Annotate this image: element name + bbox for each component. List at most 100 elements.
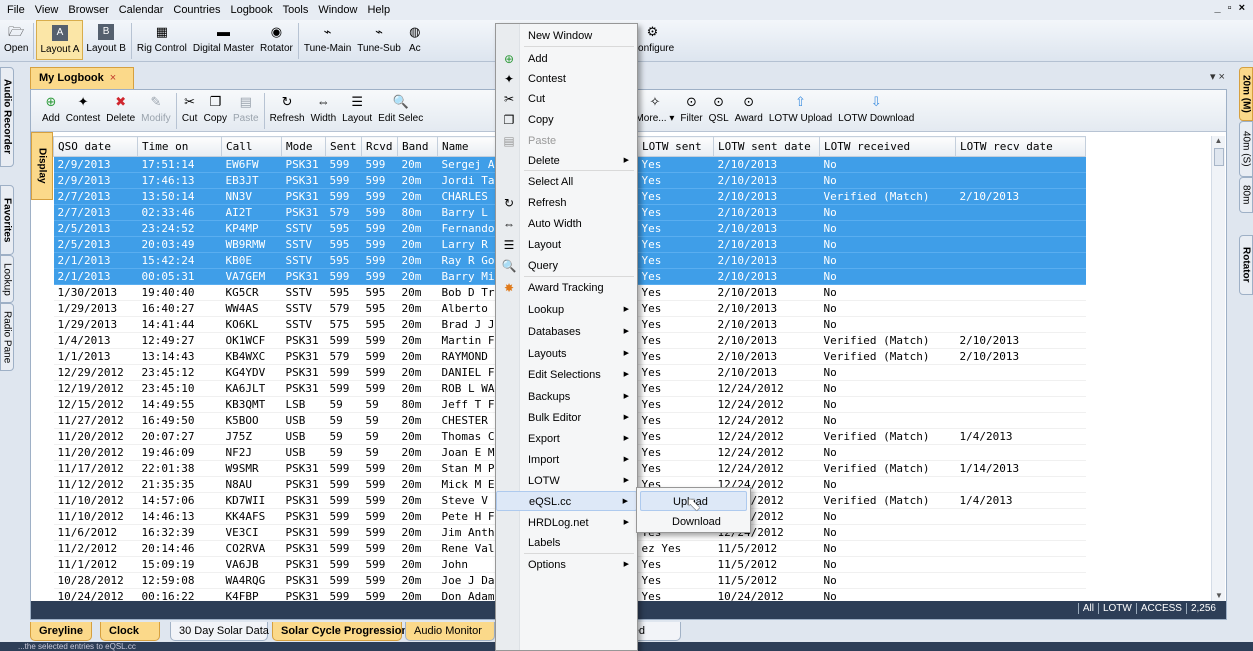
context-menu-item-auto-width[interactable]: ⇔ Auto Width bbox=[496, 214, 637, 234]
column-header-lotw-sent-date[interactable]: LOTW sent date bbox=[713, 136, 820, 157]
grid-button-award[interactable]: ⊙ Award bbox=[732, 90, 766, 132]
side-tab-80m[interactable]: 80m bbox=[1239, 177, 1253, 213]
menu-help[interactable]: Help bbox=[362, 0, 395, 20]
side-tab-audio-recorder[interactable]: Audio Recorder bbox=[0, 67, 14, 167]
context-menu-item-labels[interactable]: Labels bbox=[496, 533, 637, 553]
menu-browser[interactable]: Browser bbox=[63, 0, 113, 20]
side-tab-radio-pane[interactable]: Radio Pane bbox=[0, 303, 14, 371]
grid-button-refresh[interactable]: ↻ Refresh bbox=[267, 90, 308, 132]
column-header-mode[interactable]: Mode bbox=[281, 136, 326, 157]
column-header-call[interactable]: Call bbox=[221, 136, 282, 157]
toolbar-button-open[interactable]: 🗁 Open bbox=[1, 20, 31, 60]
side-tab-favorites[interactable]: Favorites bbox=[0, 185, 14, 255]
context-menu-item-copy[interactable]: ❐ Copy bbox=[496, 110, 637, 130]
column-header-rcvd[interactable]: Rcvd bbox=[361, 136, 398, 157]
grid-button-label: Cut bbox=[181, 113, 198, 124]
menu-countries[interactable]: Countries bbox=[168, 0, 225, 20]
toolbar-button-rig-control[interactable]: ▦ Rig Control bbox=[134, 20, 190, 60]
context-menu-item-options[interactable]: Options ▶ bbox=[496, 555, 637, 575]
context-menu-item-refresh[interactable]: ↻ Refresh bbox=[496, 193, 637, 213]
grid-button-contest[interactable]: ✦ Contest bbox=[63, 90, 103, 132]
side-tab-lookup[interactable]: Lookup bbox=[0, 255, 14, 303]
menu-view[interactable]: View bbox=[30, 0, 64, 20]
side-tab-40m[interactable]: 40m (S) bbox=[1239, 121, 1253, 177]
context-menu-item-layouts[interactable]: Layouts ▶ bbox=[496, 344, 637, 364]
context-menu-item-import[interactable]: Import ▶ bbox=[496, 450, 637, 470]
context-menu-item-new-window[interactable]: New Window bbox=[496, 26, 637, 46]
context-menu-item-layout[interactable]: ☰ Layout bbox=[496, 235, 637, 255]
window-controls[interactable]: _ ▫ × bbox=[1214, 2, 1247, 14]
close-icon[interactable]: × bbox=[110, 72, 116, 84]
context-menu-item-backups[interactable]: Backups ▶ bbox=[496, 387, 637, 407]
grid-button-edit-selec[interactable]: 🔍 Edit Selec bbox=[375, 90, 426, 132]
grid-button-cut[interactable]: ✂ Cut bbox=[179, 90, 201, 132]
menu-logbook[interactable]: Logbook bbox=[225, 0, 277, 20]
logbook-tab[interactable]: My Logbook × bbox=[30, 67, 134, 89]
side-tab-rotator[interactable]: Rotator bbox=[1239, 235, 1253, 295]
menu-calendar[interactable]: Calendar bbox=[114, 0, 169, 20]
grid-button-qsl[interactable]: ⊙ QSL bbox=[706, 90, 732, 132]
menu-tools[interactable]: Tools bbox=[278, 0, 314, 20]
column-header-band[interactable]: Band bbox=[397, 136, 438, 157]
grid-button-filter[interactable]: ⊙ Filter bbox=[677, 90, 705, 132]
bottom-tab-audio-monitor[interactable]: Audio Monitor bbox=[405, 622, 495, 641]
bottom-tab-clock[interactable]: Clock bbox=[100, 622, 160, 641]
toolbar-button-ac[interactable]: ◍ Ac bbox=[404, 20, 426, 60]
grid-button-paste[interactable]: ▤ Paste bbox=[230, 90, 262, 132]
vertical-scrollbar[interactable]: ▲ ▼ bbox=[1211, 136, 1225, 602]
toolbar-button-layout-a[interactable]: A Layout A bbox=[36, 20, 84, 60]
context-menu-item-select-all[interactable]: Select All bbox=[496, 172, 637, 192]
side-tab-20m[interactable]: 20m (M) bbox=[1239, 67, 1253, 121]
context-menu-item-bulk-editor[interactable]: Bulk Editor ▶ bbox=[496, 408, 637, 428]
context-menu-item-export[interactable]: Export ▶ bbox=[496, 429, 637, 449]
bottom-tab-greyline[interactable]: Greyline bbox=[30, 622, 92, 641]
column-header-lotw-recv-date[interactable]: LOTW recv date bbox=[955, 136, 1086, 157]
grid-button-width[interactable]: ⇔ Width bbox=[308, 90, 340, 132]
column-header-time-on[interactable]: Time on bbox=[137, 136, 222, 157]
grid-button-modify[interactable]: ✎ Modify bbox=[138, 90, 173, 132]
context-menu-item-hrdlog-net[interactable]: HRDLog.net ▶ bbox=[496, 513, 637, 533]
toolbar-button-tune-main[interactable]: ⌁ Tune-Main bbox=[301, 20, 354, 60]
column-header-lotw-received[interactable]: LOTW received bbox=[819, 136, 956, 157]
table-cell: 20m bbox=[397, 236, 438, 253]
bottom-tab-30-day-solar-data[interactable]: 30 Day Solar Data bbox=[170, 622, 269, 641]
grid-button-lotw-upload[interactable]: ⇧ LOTW Upload bbox=[766, 90, 835, 132]
toolbar-button-tune-sub[interactable]: ⌁ Tune-Sub bbox=[354, 20, 404, 60]
grid-button-more[interactable]: ✧ More... ▾ bbox=[632, 90, 677, 132]
toolbar-button-rotator[interactable]: ◉ Rotator bbox=[257, 20, 296, 60]
context-menu-item-lookup[interactable]: Lookup ▶ bbox=[496, 300, 637, 320]
context-menu-item-cut[interactable]: ✂ Cut bbox=[496, 89, 637, 109]
bottom-tab-solar-cycle-progression[interactable]: Solar Cycle Progression bbox=[272, 622, 408, 641]
grid-button-layout[interactable]: ☰ Layout bbox=[339, 90, 375, 132]
context-menu-item-eqsl-cc[interactable]: eQSL.cc ▶ bbox=[496, 491, 637, 511]
table-cell: Verified (Match) bbox=[819, 332, 956, 349]
toolbar-button-digital-master[interactable]: ▬ Digital Master bbox=[190, 20, 257, 60]
context-menu-item-add[interactable]: ⊕ Add bbox=[496, 49, 637, 69]
context-menu-item-query[interactable]: 🔍 Query bbox=[496, 256, 637, 276]
display-tab[interactable]: Display bbox=[31, 132, 53, 200]
scroll-up-icon[interactable]: ▲ bbox=[1212, 136, 1225, 145]
context-menu-item-paste[interactable]: ▤ Paste bbox=[496, 131, 637, 151]
context-menu-item-award-tracking[interactable]: ✸ Award Tracking bbox=[496, 278, 637, 298]
column-header-qso-date[interactable]: QSO date bbox=[53, 136, 138, 157]
scroll-down-icon[interactable]: ▼ bbox=[1212, 591, 1226, 600]
context-menu-item-delete[interactable]: Delete ▶ bbox=[496, 151, 637, 171]
menu-window[interactable]: Window bbox=[313, 0, 362, 20]
context-menu-item-edit-selections[interactable]: Edit Selections ▶ bbox=[496, 365, 637, 385]
grid-button-add[interactable]: ⊕ Add bbox=[39, 90, 63, 132]
grid-button-lotw-download[interactable]: ⇩ LOTW Download bbox=[835, 90, 917, 132]
context-menu-item-lotw[interactable]: LOTW ▶ bbox=[496, 471, 637, 491]
context-menu-label: Bulk Editor bbox=[528, 412, 582, 424]
context-menu-item-contest[interactable]: ✦ Contest bbox=[496, 69, 637, 89]
context-menu-item-databases[interactable]: Databases ▶ bbox=[496, 322, 637, 342]
grid-button-copy[interactable]: ❐ Copy bbox=[201, 90, 230, 132]
menu-file[interactable]: File bbox=[2, 0, 30, 20]
scroll-thumb[interactable] bbox=[1214, 148, 1224, 166]
grid-button-delete[interactable]: ✖ Delete bbox=[103, 90, 138, 132]
submenu-item-download[interactable]: Download bbox=[640, 512, 747, 532]
toolbar-button-layout-b[interactable]: B Layout B bbox=[83, 20, 128, 60]
column-header-sent[interactable]: Sent bbox=[325, 136, 362, 157]
document-controls[interactable]: ▾ × bbox=[1210, 70, 1225, 83]
column-header-lotw-sent[interactable]: LOTW sent bbox=[637, 136, 714, 157]
table-cell: 595 bbox=[325, 284, 362, 301]
